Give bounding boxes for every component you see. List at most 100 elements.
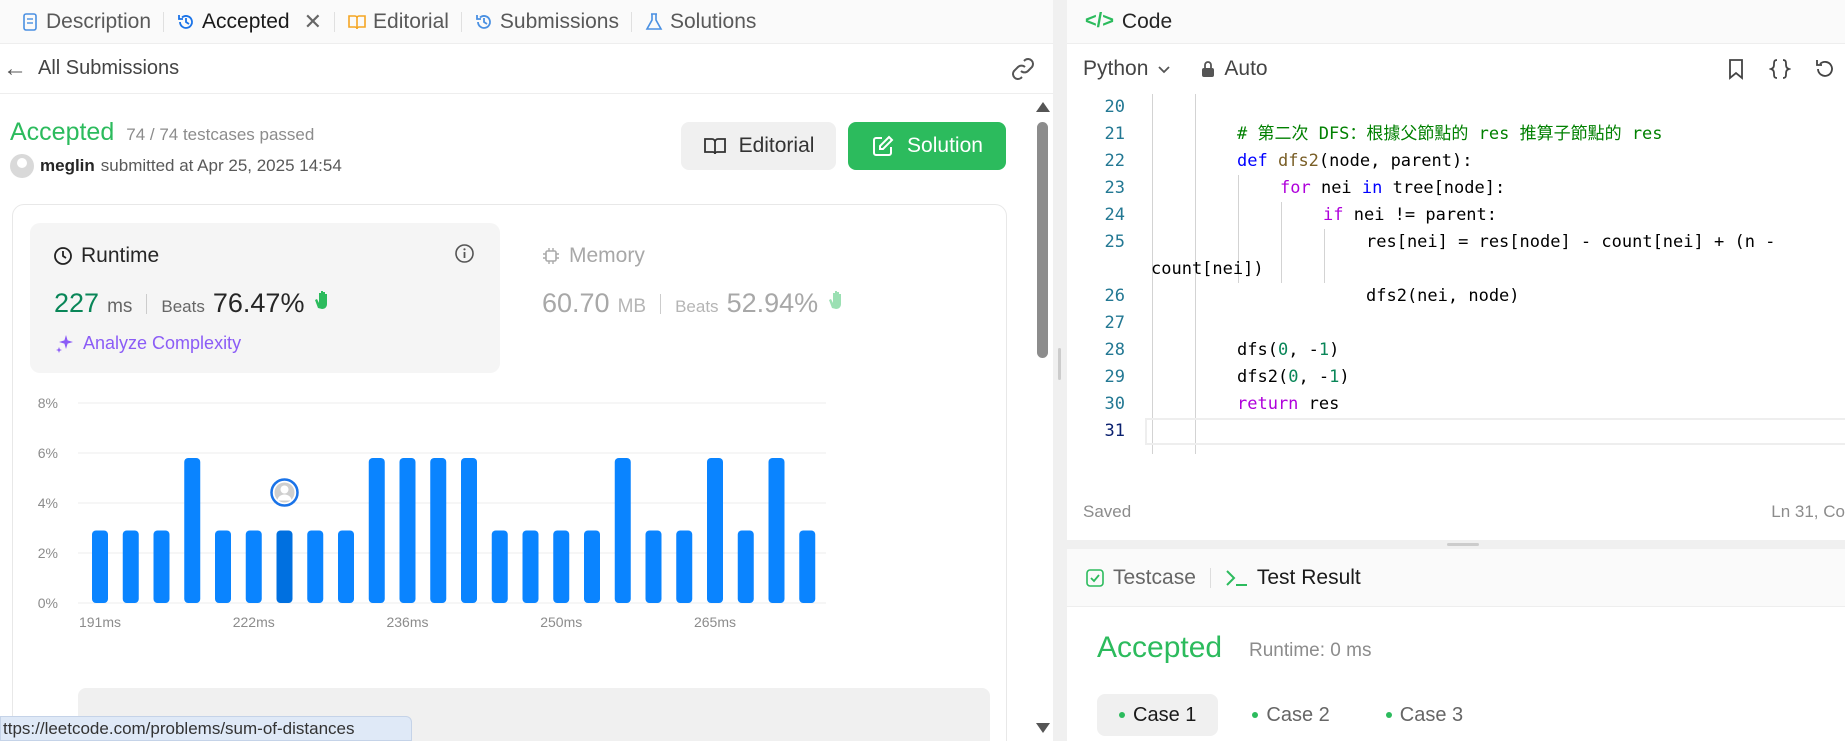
- tab-accepted[interactable]: Accepted ✕: [164, 0, 334, 44]
- avatar[interactable]: [10, 154, 34, 178]
- memory-title[interactable]: Memory: [541, 244, 645, 268]
- info-icon[interactable]: [454, 243, 475, 264]
- chart-bar: [399, 458, 416, 603]
- y-tick-label: 0%: [38, 595, 58, 611]
- code-panel-header: </> Code: [1067, 0, 1845, 44]
- chip-icon: [543, 248, 559, 264]
- status-bar-url: ttps://leetcode.com/problems/sum-of-dist…: [0, 716, 412, 741]
- format-braces-icon[interactable]: [1769, 58, 1791, 80]
- cursor-position: Ln 31, Co: [1771, 502, 1845, 521]
- tab-label: Solutions: [669, 9, 757, 33]
- memory-beats: 52.94%: [726, 288, 819, 318]
- chart-bar: [491, 530, 508, 603]
- line-number: 31: [1104, 421, 1125, 441]
- chart-bar: [245, 530, 262, 603]
- testcase-count: 74 / 74 testcases passed: [126, 125, 315, 144]
- close-icon[interactable]: ✕: [304, 9, 322, 35]
- tab-solutions[interactable]: Solutions: [632, 0, 768, 44]
- scroll-down-icon[interactable]: [1036, 723, 1050, 733]
- scroll-up-icon[interactable]: [1036, 102, 1050, 112]
- language-select[interactable]: Python: [1083, 57, 1172, 81]
- history-icon: [476, 14, 491, 29]
- case-tab-3[interactable]: Case 3: [1364, 694, 1485, 736]
- runtime-number: 227: [54, 288, 100, 318]
- indent-guide: [1324, 256, 1325, 283]
- tab-editorial[interactable]: Editorial: [335, 0, 461, 44]
- code-text: def dfs2(node, parent):: [1237, 151, 1473, 171]
- code-editor[interactable]: 20 21 # 第二次 DFS：根據父節點的 res 推算子節點的 res 22 d…: [1067, 94, 1845, 454]
- case-tabs: Case 1 Case 2 Case 3: [1097, 694, 1485, 736]
- link-icon[interactable]: [1009, 55, 1037, 83]
- reset-icon[interactable]: [1813, 58, 1835, 80]
- runtime-beats: 76.47%: [212, 288, 305, 318]
- edit-icon: [873, 135, 894, 156]
- scrollbar-thumb[interactable]: [1037, 122, 1048, 358]
- code-text: dfs(0, -1): [1237, 340, 1340, 360]
- chart-bar: [522, 530, 539, 603]
- line-number: 26: [1104, 286, 1125, 306]
- chart-bar: [122, 530, 139, 603]
- tab-label: Editorial: [373, 9, 449, 33]
- editorial-button[interactable]: Editorial: [681, 122, 836, 170]
- code-panel-title: Code: [1121, 9, 1173, 33]
- submitted-by: meglin submitted at Apr 25, 2025 14:54: [10, 154, 342, 178]
- tab-submissions[interactable]: Submissions: [462, 0, 631, 44]
- chart-bar: [707, 458, 723, 603]
- chart-bar: [645, 530, 662, 603]
- pass-dot-icon: [1119, 712, 1125, 718]
- chart-bar: [737, 530, 754, 603]
- current-line-highlight: [1145, 418, 1845, 445]
- back-arrow-icon[interactable]: ←: [2, 55, 28, 83]
- y-tick-label: 6%: [38, 445, 58, 461]
- case-tab-1[interactable]: Case 1: [1097, 694, 1219, 736]
- y-tick-label: 2%: [38, 545, 58, 561]
- bookmark-icon[interactable]: [1725, 58, 1747, 80]
- editor-actions: [1725, 58, 1835, 80]
- solution-button[interactable]: Solution: [848, 122, 1006, 170]
- x-tick-label: 265ms: [694, 614, 736, 630]
- line-number: 23: [1104, 178, 1125, 198]
- resizer-grip[interactable]: [1058, 348, 1061, 380]
- tab-label: Description: [46, 9, 152, 33]
- code-text: return res: [1237, 394, 1340, 414]
- beats-label: Beats: [161, 297, 205, 316]
- all-submissions-link[interactable]: All Submissions: [38, 57, 179, 80]
- auto-mode-toggle[interactable]: Auto: [1200, 57, 1268, 81]
- book-icon: [703, 138, 726, 155]
- test-result-panel: Testcase Test Result Accepted Runtime: 0…: [1067, 549, 1845, 741]
- chart-bar: [215, 530, 231, 603]
- analyze-complexity-link[interactable]: Analyze Complexity: [55, 333, 241, 354]
- solution-button-label: Solution: [907, 134, 983, 157]
- left-scrollbar[interactable]: [1033, 94, 1053, 741]
- doc-icon: [23, 12, 37, 31]
- code-text: for nei in tree[node]:: [1280, 178, 1506, 198]
- code-text: dfs2(nei, node): [1366, 286, 1520, 306]
- username[interactable]: meglin: [40, 156, 95, 176]
- tab-description[interactable]: Description: [8, 0, 163, 44]
- divider: [146, 293, 148, 314]
- language-label: Python: [1083, 57, 1149, 80]
- indent-guide: [1324, 229, 1325, 256]
- chart-bar: [184, 458, 201, 603]
- memory-label: Memory: [569, 244, 645, 267]
- editorial-button-label: Editorial: [738, 134, 815, 157]
- case-tab-2[interactable]: Case 2: [1230, 694, 1351, 736]
- book-icon: [348, 14, 366, 29]
- tab-divider: [1209, 567, 1211, 588]
- x-tick-label: 191ms: [79, 614, 121, 630]
- tab-testcase[interactable]: Testcase: [1085, 566, 1196, 590]
- runtime-title: Runtime: [53, 244, 159, 268]
- terminal-icon: [1226, 569, 1247, 586]
- mode-label: Auto: [1224, 57, 1268, 80]
- saved-status: Saved: [1083, 502, 1132, 521]
- test-runtime: Runtime: 0 ms: [1249, 640, 1372, 661]
- result-status: Accepted: [10, 118, 115, 146]
- runtime-value: 227 ms Beats 76.47%: [54, 288, 336, 319]
- tab-label: Accepted: [202, 9, 290, 33]
- indent-guide: [1281, 202, 1282, 283]
- panel-resizer[interactable]: [1053, 0, 1067, 741]
- checkbox-icon: [1086, 568, 1104, 587]
- tab-test-result[interactable]: Test Result: [1225, 566, 1361, 590]
- tab-label: Submissions: [499, 9, 619, 33]
- horizontal-resizer-grip[interactable]: [1447, 543, 1479, 546]
